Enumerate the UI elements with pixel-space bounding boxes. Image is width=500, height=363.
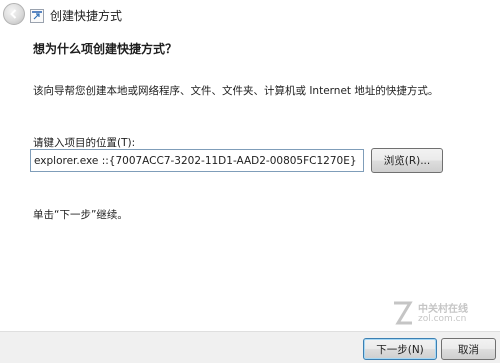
wizard-content: 想为什么项创建快捷方式？ 该向导帮您创建本地或网络程序、文件、文件夹、计算机或 … (0, 32, 500, 331)
location-label: 请键入项目的位置(T): (33, 137, 136, 149)
back-arrow-icon (10, 9, 17, 19)
cancel-button[interactable]: 取消 (441, 338, 496, 360)
next-hint-text: 单击“下一步”继续。 (33, 209, 128, 221)
back-button[interactable] (3, 3, 25, 25)
page-heading: 想为什么项创建快捷方式？ (33, 42, 178, 56)
window-title: 创建快捷方式 (50, 9, 123, 23)
location-input[interactable] (30, 149, 364, 172)
description-text: 该向导帮您创建本地或网络程序、文件、文件夹、计算机或 Internet 地址的快… (33, 85, 439, 97)
browse-button[interactable]: 浏览(R)... (371, 148, 443, 173)
title-bar: 创建快捷方式 (0, 0, 500, 32)
next-button[interactable]: 下一步(N) (363, 338, 437, 360)
shortcut-wizard-icon (30, 9, 44, 23)
button-bar: 下一步(N) 取消 (0, 331, 500, 363)
